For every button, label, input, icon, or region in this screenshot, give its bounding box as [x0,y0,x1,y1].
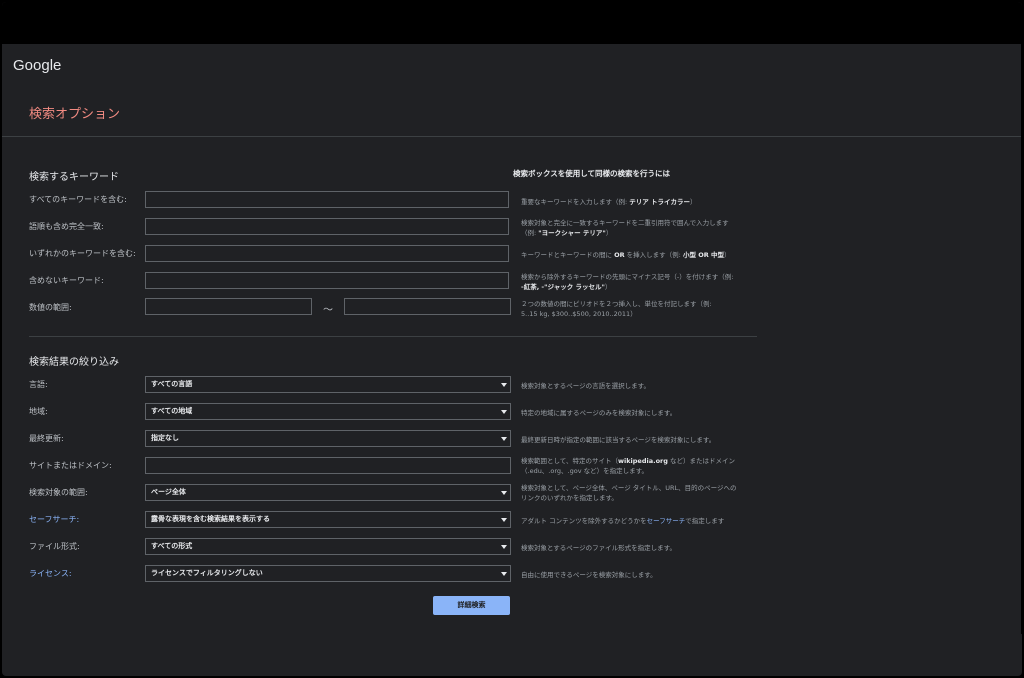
safesearch-help: アダルト コンテンツを除外するかどうかをセーフサーチで指定します [521,517,725,525]
license-select[interactable]: ライセンスでフィルタリングしない [145,565,511,582]
safesearch-value: 露骨な表現を含む検索結果を表示する [151,515,270,523]
language-help: 検索対象とするページの言語を選択します。 [521,382,651,390]
exclude-words-input[interactable] [145,272,509,289]
file-type-help: 検索対象とするページのファイル形式を指定します。 [521,544,677,552]
language-label: 言語: [29,380,48,389]
last-update-help: 最終更新日時が指定の範囲に該当するページを検索対象にします。 [521,436,716,444]
range-separator: 〜 [323,305,333,316]
exact-phrase-help: 検索対象と完全に一致するキーワードを二重引用符で囲んで入力します （例: "ヨーク… [521,219,729,237]
exclude-words-label: 含めないキーワード: [29,276,104,285]
exclude-words-help: 検索から除外するキーワードの先頭にマイナス記号（-）を付けます（例: -紅茶, -… [521,273,734,291]
any-words-input[interactable] [145,245,509,262]
top-bar [2,2,1022,44]
region-help: 特定の地域に属するページのみを検索対象にします。 [521,409,677,417]
exact-phrase-input[interactable] [145,218,509,235]
last-update-label: 最終更新: [29,434,64,443]
terms-appearing-value: ページ全体 [151,488,186,496]
dropdown-arrow-icon [501,437,507,441]
dropdown-arrow-icon [501,410,507,414]
number-range-help: ２つの数値の間にピリオドを２つ挿入し、単位を付記します（例: 5..15 kg, … [521,300,712,318]
dropdown-arrow-icon [501,545,507,549]
file-type-label: ファイル形式: [29,542,80,551]
last-update-value: 指定なし [151,434,179,442]
terms-appearing-label: 検索対象の範囲: [29,488,88,497]
safesearch-select[interactable]: 露骨な表現を含む検索結果を表示する [145,511,511,528]
dropdown-arrow-icon [501,491,507,495]
site-domain-label: サイトまたはドメイン: [29,461,112,470]
divider [2,136,1022,137]
keywords-section-heading: 検索するキーワード [29,172,119,183]
language-select[interactable]: すべての言語 [145,376,511,393]
all-words-label: すべてのキーワードを含む: [29,195,127,204]
file-type-select[interactable]: すべての形式 [145,538,511,555]
site-domain-help: 検索範囲として、特定のサイト（wikipedia.org など）またはドメイン（… [521,457,735,475]
region-label: 地域: [29,407,48,416]
license-help: 自由に使用できるページを検索対象にします。 [521,571,657,579]
safesearch-link[interactable]: セーフサーチ: [29,513,79,527]
terms-appearing-select[interactable]: ページ全体 [145,484,511,501]
range-from-input[interactable] [145,298,312,315]
site-domain-input[interactable] [145,457,511,474]
license-link[interactable]: ライセンス: [29,567,72,581]
language-value: すべての言語 [151,380,193,388]
safesearch-help-link[interactable]: セーフサーチ [647,517,686,525]
help-heading: 検索ボックスを使用して同様の検索を行うには [513,169,671,178]
license-value: ライセンスでフィルタリングしない [151,569,263,577]
section-divider [29,336,757,337]
terms-appearing-help: 検索対象として、ページ全体、ページ タイトル、URL、目的のページへの リンクのい… [521,484,737,502]
window-edge [1021,44,1022,634]
number-range-label: 数値の範囲: [29,303,72,312]
all-words-input[interactable] [145,191,509,208]
browser-window: Google 検索オプション 検索するキーワード 検索ボックスを使用して同様の検… [2,2,1022,676]
any-words-help: キーワードとキーワードの間に OR を挿入します（例: 小型 OR 中型） [521,251,731,259]
page-title: 検索オプション [29,107,121,122]
range-to-input[interactable] [344,298,511,315]
file-type-value: すべての形式 [151,542,193,550]
filter-section-heading: 検索結果の絞り込み [29,357,119,368]
advanced-search-button[interactable]: 詳細検索 [433,596,510,615]
dropdown-arrow-icon [501,518,507,522]
all-words-help: 重要なキーワードを入力します（例: テリア トライカラー） [521,198,697,206]
exact-phrase-label: 語順も含め完全一致: [29,222,104,231]
dropdown-arrow-icon [501,383,507,387]
any-words-label: いずれかのキーワードを含む: [29,249,136,258]
region-select[interactable]: すべての地域 [145,403,511,420]
google-logo[interactable]: Google [13,57,61,74]
region-value: すべての地域 [151,407,193,415]
dropdown-arrow-icon [501,572,507,576]
last-update-select[interactable]: 指定なし [145,430,511,447]
